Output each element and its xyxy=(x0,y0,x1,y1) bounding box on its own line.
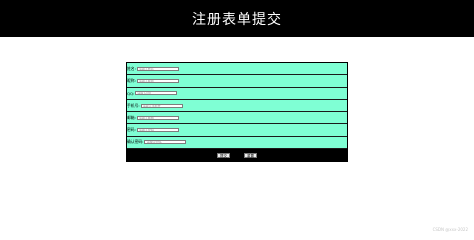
page-header: 注册表单提交 xyxy=(0,0,474,37)
password-input[interactable] xyxy=(136,128,179,133)
email-label: 邮箱: xyxy=(127,114,136,120)
form-row-phone: 手机号: xyxy=(127,99,347,113)
password-label: 密码: xyxy=(127,127,136,133)
registration-form: 姓名: 昵称: QQ: 手机号: 邮箱: 密码: 确认密码: 提交 重置 xyxy=(126,62,348,163)
submit-button[interactable]: 提交 xyxy=(217,152,230,158)
watermark: CSDN @xxx-2022 xyxy=(432,227,468,232)
form-row-name: 姓名: xyxy=(127,63,347,76)
form-actions: 提交 重置 xyxy=(127,149,347,162)
form-row-email: 邮箱: xyxy=(127,112,347,125)
name-label: 姓名: xyxy=(127,65,136,71)
form-row-qq: QQ: xyxy=(127,87,347,100)
name-input[interactable] xyxy=(136,66,179,71)
form-row-confirm-password: 确认密码: xyxy=(127,136,347,150)
form-row-password: 密码: xyxy=(127,124,347,137)
nickname-label: 昵称: xyxy=(127,77,136,83)
phone-label: 手机号: xyxy=(127,102,140,108)
page-title: 注册表单提交 xyxy=(192,11,282,28)
form-row-nickname: 昵称: xyxy=(127,75,347,88)
nickname-input[interactable] xyxy=(136,78,179,83)
reset-button[interactable]: 重置 xyxy=(244,152,257,158)
confirm-password-label: 确认密码: xyxy=(127,139,144,145)
phone-input[interactable] xyxy=(140,103,183,108)
email-input[interactable] xyxy=(136,115,179,120)
qq-input[interactable] xyxy=(135,91,178,96)
confirm-password-input[interactable] xyxy=(144,140,187,145)
qq-label: QQ: xyxy=(127,90,135,96)
